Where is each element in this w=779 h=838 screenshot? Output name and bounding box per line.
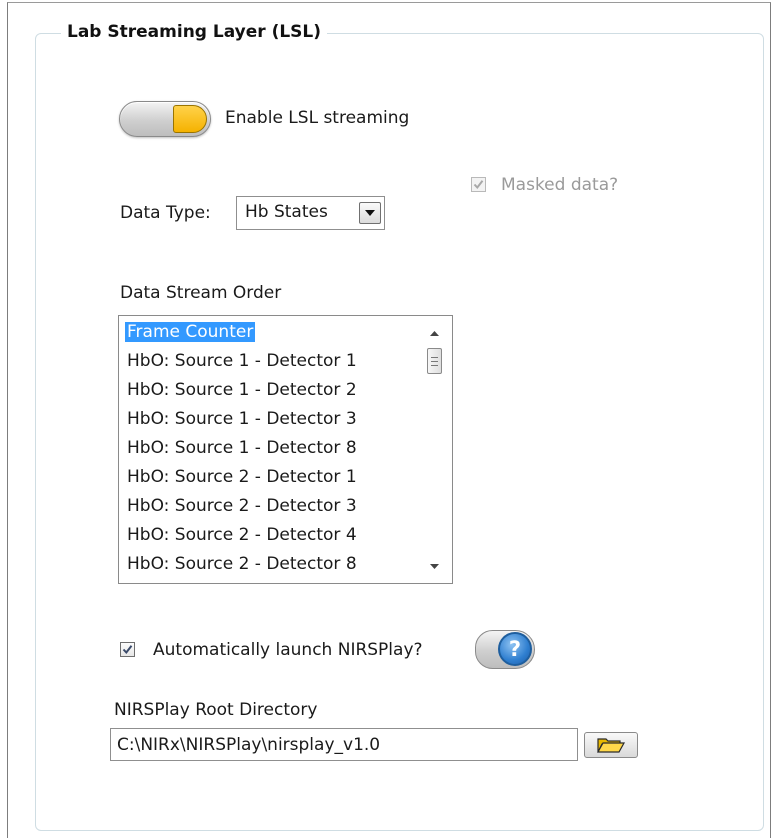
arrow-up-icon [429, 330, 439, 336]
arrow-down-icon [429, 563, 439, 569]
masked-data-label: Masked data? [501, 175, 619, 195]
list-item[interactable]: HbO: Source 1 - Detector 1 [125, 347, 425, 376]
scroll-down-arrow[interactable] [424, 557, 444, 575]
list-item-label: HbO: Source 3 - Detector 2 [125, 583, 359, 584]
lsl-enable-toggle[interactable] [119, 101, 211, 137]
list-item[interactable]: HbO: Source 1 - Detector 2 [125, 376, 425, 405]
list-item-label: HbO: Source 2 - Detector 8 [127, 554, 357, 574]
scroll-up-arrow[interactable] [424, 324, 444, 342]
list-item-label: HbO: Source 2 - Detector 3 [127, 496, 357, 516]
listbox-scrollbar[interactable] [420, 318, 450, 581]
folder-open-icon [596, 738, 626, 753]
list-item[interactable]: HbO: Source 2 - Detector 1 [125, 463, 425, 492]
auto-launch-checkbox[interactable] [120, 642, 135, 657]
help-icon: ? [498, 632, 532, 666]
toggle-knob [173, 105, 207, 133]
chevron-down-icon [365, 210, 375, 216]
list-item-label: Frame Counter [125, 322, 256, 342]
root-directory-input[interactable] [110, 728, 578, 761]
masked-data-checkbox[interactable] [471, 177, 486, 192]
list-item-label: HbO: Source 1 - Detector 8 [127, 438, 357, 458]
list-item-label: HbO: Source 1 - Detector 2 [127, 380, 357, 400]
list-item[interactable]: HbO: Source 1 - Detector 8 [125, 434, 425, 463]
scroll-thumb[interactable] [427, 348, 442, 374]
group-title: Lab Streaming Layer (LSL) [61, 21, 328, 43]
lsl-enable-label: Enable LSL streaming [225, 108, 410, 128]
auto-launch-label: Automatically launch NIRSPlay? [153, 640, 423, 660]
root-directory-label: NIRSPlay Root Directory [114, 700, 318, 720]
data-type-label: Data Type: [120, 203, 211, 223]
stream-order-items: Frame Counter HbO: Source 1 - Detector 1 H… [125, 318, 425, 584]
checkmark-icon [473, 180, 484, 190]
list-item-label: HbO: Source 1 - Detector 3 [127, 409, 357, 429]
list-item[interactable]: Frame Counter [125, 318, 425, 347]
stream-order-listbox[interactable]: Frame Counter HbO: Source 1 - Detector 1 H… [118, 315, 453, 584]
list-item-label: HbO: Source 2 - Detector 4 [127, 525, 357, 545]
list-item[interactable]: HbO: Source 2 - Detector 3 [125, 492, 425, 521]
data-type-dropdown-button[interactable] [359, 202, 381, 224]
list-item[interactable]: HbO: Source 1 - Detector 3 [125, 405, 425, 434]
list-item-label: HbO: Source 1 - Detector 1 [127, 351, 357, 371]
list-item[interactable]: HbO: Source 2 - Detector 4 [125, 521, 425, 550]
browse-folder-button[interactable] [584, 732, 638, 758]
data-type-select[interactable]: Hb States [236, 196, 385, 230]
list-item[interactable]: HbO: Source 3 - Detector 2 [125, 579, 425, 584]
list-item[interactable]: HbO: Source 2 - Detector 8 [125, 550, 425, 579]
data-type-value: Hb States [245, 202, 328, 222]
checkmark-icon [122, 645, 133, 655]
help-button[interactable]: ? [475, 630, 535, 669]
list-item-label: HbO: Source 2 - Detector 1 [127, 467, 357, 487]
stream-order-label: Data Stream Order [120, 283, 282, 303]
